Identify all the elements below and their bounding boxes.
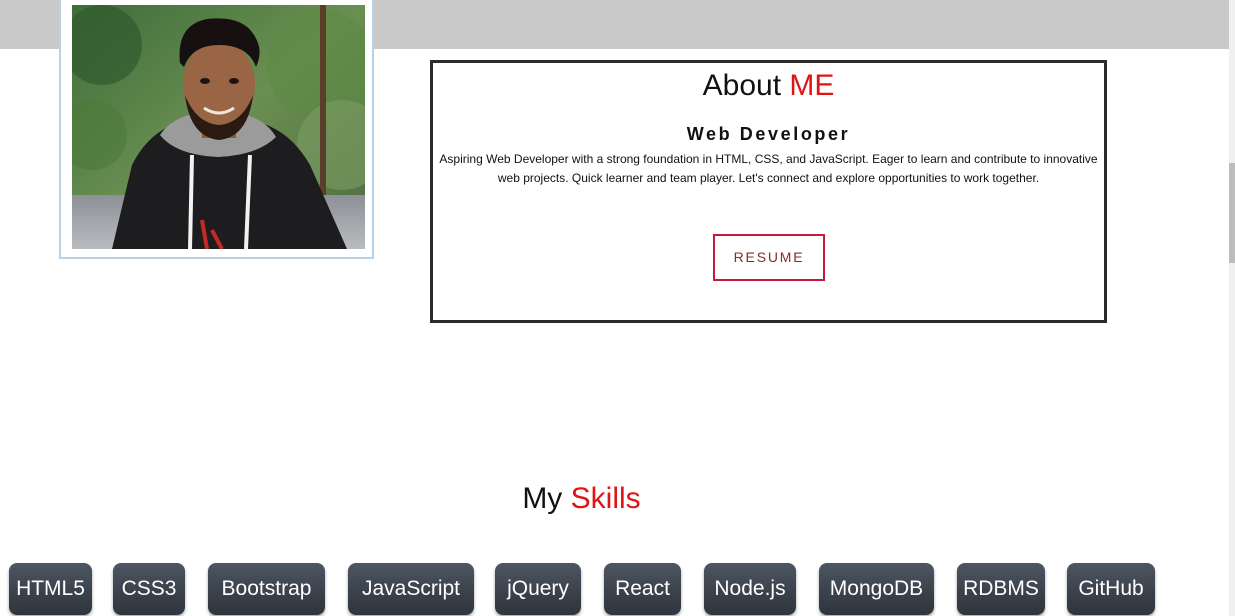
skills-title-main: My xyxy=(522,482,563,515)
skills-title: My Skills xyxy=(0,482,1163,516)
skill-chip-nodejs[interactable]: Node.js xyxy=(704,563,796,615)
skill-chip-github[interactable]: GitHub xyxy=(1067,563,1155,615)
page-scrollbar[interactable] xyxy=(1229,0,1235,616)
skill-chip-mongodb[interactable]: MongoDB xyxy=(819,563,934,615)
about-role: Web Developer xyxy=(686,124,851,144)
scrollbar-thumb[interactable] xyxy=(1229,163,1235,263)
profile-photo xyxy=(72,5,365,249)
skill-chip-rdbms[interactable]: RDBMS xyxy=(957,563,1045,615)
skill-chip-bootstrap[interactable]: Bootstrap xyxy=(208,563,325,615)
about-title-main: About xyxy=(702,69,782,102)
skills-title-accent: Skills xyxy=(570,482,641,515)
about-title: About ME xyxy=(433,69,1104,103)
skill-chip-html5[interactable]: HTML5 xyxy=(9,563,92,615)
skill-chip-jquery[interactable]: jQuery xyxy=(495,563,581,615)
skill-chip-react[interactable]: React xyxy=(604,563,681,615)
skill-chip-javascript[interactable]: JavaScript xyxy=(348,563,474,615)
skill-chip-css3[interactable]: CSS3 xyxy=(113,563,185,615)
about-card: About ME Web Developer Aspiring Web Deve… xyxy=(430,60,1107,323)
about-description: Aspiring Web Developer with a strong fou… xyxy=(439,152,1098,185)
about-title-accent: ME xyxy=(789,69,835,102)
page: About ME Web Developer Aspiring Web Deve… xyxy=(0,0,1235,616)
resume-button[interactable]: RESUME xyxy=(713,234,825,281)
